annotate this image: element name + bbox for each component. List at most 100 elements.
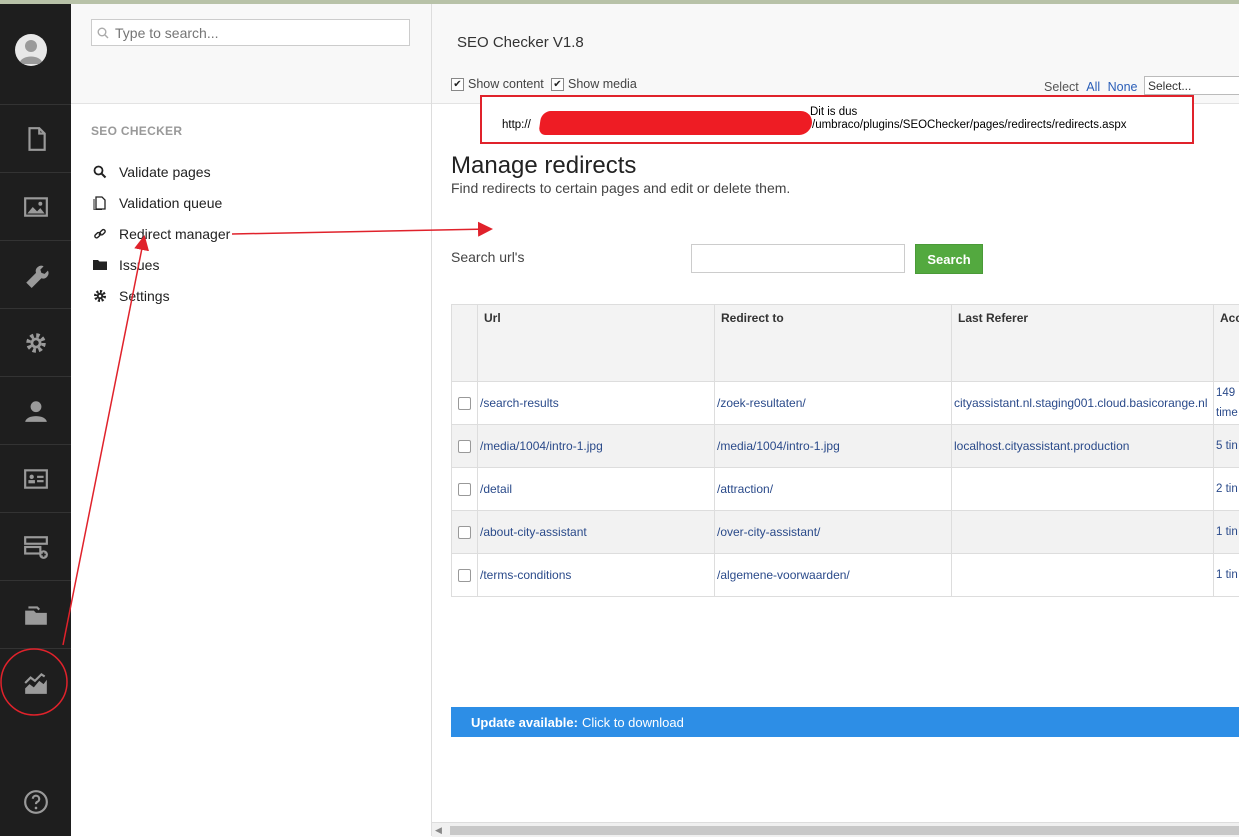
select-all-link[interactable]: All xyxy=(1086,80,1100,94)
row-checkbox[interactable] xyxy=(458,526,471,539)
rail-forms[interactable] xyxy=(0,512,71,580)
cell-accessed: 1 tin xyxy=(1214,511,1239,554)
tree-panel: SEO CHECKER Validate pages Validation qu… xyxy=(71,4,432,836)
tree-header xyxy=(71,4,431,104)
header-accessed[interactable]: Acc xyxy=(1214,305,1239,382)
rail-users[interactable] xyxy=(0,376,71,444)
search-icon xyxy=(97,27,109,39)
gear-icon xyxy=(91,288,109,304)
search-url-label: Search url's xyxy=(451,249,524,265)
cell-redirect[interactable]: /over-city-assistant/ xyxy=(715,511,952,554)
cell-referer[interactable] xyxy=(952,468,1214,511)
nav-validate-pages[interactable]: Validate pages xyxy=(91,161,211,183)
row-checkbox[interactable] xyxy=(458,440,471,453)
nav-settings[interactable]: Settings xyxy=(91,285,170,307)
cell-url[interactable]: /search-results xyxy=(478,382,715,425)
nav-label: Settings xyxy=(119,288,170,304)
table-row: /terms-conditions /algemene-voorwaarden/… xyxy=(452,554,1239,597)
header-redirect-to[interactable]: Redirect to xyxy=(715,305,952,382)
cell-url[interactable]: /about-city-assistant xyxy=(478,511,715,554)
cell-referer[interactable]: cityassistant.nl.staging001.cloud.basico… xyxy=(952,382,1214,425)
tree-search[interactable] xyxy=(91,19,410,46)
cell-referer[interactable] xyxy=(952,511,1214,554)
settings-gear-icon xyxy=(23,330,49,356)
nav-validation-queue[interactable]: Validation queue xyxy=(91,192,222,214)
packages-icon xyxy=(23,602,49,628)
cell-referer[interactable] xyxy=(952,554,1214,597)
row-checkbox[interactable] xyxy=(458,397,471,410)
cell-redirect[interactable]: /attraction/ xyxy=(715,468,952,511)
row-select[interactable] xyxy=(452,511,478,554)
main-header: SEO Checker V1.8 ✔ Show content ✔ Show m… xyxy=(432,4,1239,104)
show-media-toggle[interactable]: ✔ Show media xyxy=(551,77,637,91)
search-button[interactable]: Search xyxy=(915,244,983,274)
scrollbar-thumb[interactable] xyxy=(450,826,1239,835)
rail-help[interactable] xyxy=(0,768,71,835)
show-content-toggle[interactable]: ✔ Show content xyxy=(451,77,544,91)
table-row: /search-results /zoek-resultaten/ cityas… xyxy=(452,382,1239,425)
update-link-text[interactable]: Click to download xyxy=(582,715,684,730)
cell-url[interactable]: /detail xyxy=(478,468,715,511)
update-available-bar[interactable]: Update available: Click to download xyxy=(451,707,1239,737)
rail-members[interactable] xyxy=(0,444,71,512)
scroll-left-icon[interactable]: ◀ xyxy=(435,825,442,836)
checkbox-checked[interactable]: ✔ xyxy=(451,78,464,91)
row-select[interactable] xyxy=(452,554,478,597)
forms-icon xyxy=(23,534,49,560)
nav-issues[interactable]: Issues xyxy=(91,254,159,276)
user-avatar[interactable] xyxy=(15,34,47,66)
row-select[interactable] xyxy=(452,425,478,468)
url-search-input[interactable] xyxy=(691,244,905,273)
cell-url[interactable]: /terms-conditions xyxy=(478,554,715,597)
content-icon xyxy=(23,126,49,152)
table-header-row: Url Redirect to Last Referer Acc xyxy=(452,305,1239,382)
main-content: SEO Checker V1.8 ✔ Show content ✔ Show m… xyxy=(432,4,1239,836)
app-title: SEO Checker V1.8 xyxy=(457,34,584,51)
select-dropdown[interactable]: Select... xyxy=(1144,76,1239,95)
row-select[interactable] xyxy=(452,468,478,511)
cell-accessed: 149 time xyxy=(1214,382,1239,425)
select-none-link[interactable]: None xyxy=(1108,80,1138,94)
nav-redirect-manager[interactable]: Redirect manager xyxy=(91,223,230,245)
cell-redirect[interactable]: /media/1004/intro-1.jpg xyxy=(715,425,952,468)
rail-seo-checker[interactable] xyxy=(0,648,71,716)
help-icon xyxy=(23,789,49,815)
annotation-url-prefix: http:// xyxy=(502,119,531,131)
table-row: /detail /attraction/ 2 tin xyxy=(452,468,1239,511)
horizontal-scrollbar[interactable]: ◀ xyxy=(432,822,1239,837)
show-media-label: Show media xyxy=(568,77,637,91)
select-links: Select All None xyxy=(1044,80,1138,94)
page-title: Manage redirects xyxy=(451,152,636,180)
redaction-scribble xyxy=(538,111,813,135)
select-label: Select xyxy=(1044,80,1079,94)
users-icon xyxy=(23,398,49,424)
cell-accessed: 5 tin xyxy=(1214,425,1239,468)
page-subtitle: Find redirects to certain pages and edit… xyxy=(451,180,790,196)
rail-media[interactable] xyxy=(0,172,71,240)
annotation-url-suffix: /umbraco/plugins/SEOChecker/pages/redire… xyxy=(812,119,1126,131)
header-url[interactable]: Url xyxy=(478,305,715,382)
show-content-label: Show content xyxy=(468,77,544,91)
cell-referer[interactable]: localhost.cityassistant.production xyxy=(952,425,1214,468)
cell-url[interactable]: /media/1004/intro-1.jpg xyxy=(478,425,715,468)
rail-packages[interactable] xyxy=(0,580,71,648)
cell-accessed: 1 tin xyxy=(1214,554,1239,597)
cell-redirect[interactable]: /algemene-voorwaarden/ xyxy=(715,554,952,597)
rail-settings[interactable] xyxy=(0,308,71,376)
cell-redirect[interactable]: /zoek-resultaten/ xyxy=(715,382,952,425)
tree-search-input[interactable] xyxy=(109,24,397,42)
document-icon xyxy=(91,195,109,211)
link-icon xyxy=(91,226,109,242)
header-last-referer[interactable]: Last Referer xyxy=(952,305,1214,382)
cell-accessed: 2 tin xyxy=(1214,468,1239,511)
row-checkbox[interactable] xyxy=(458,569,471,582)
row-select[interactable] xyxy=(452,382,478,425)
row-checkbox[interactable] xyxy=(458,483,471,496)
rail-developer[interactable] xyxy=(0,240,71,308)
redirects-table: Url Redirect to Last Referer Acc /search… xyxy=(451,304,1239,597)
nav-label: Validate pages xyxy=(119,164,211,180)
header-select xyxy=(452,305,478,382)
developer-wrench-icon xyxy=(23,262,49,288)
checkbox-checked[interactable]: ✔ xyxy=(551,78,564,91)
rail-content[interactable] xyxy=(0,104,71,172)
